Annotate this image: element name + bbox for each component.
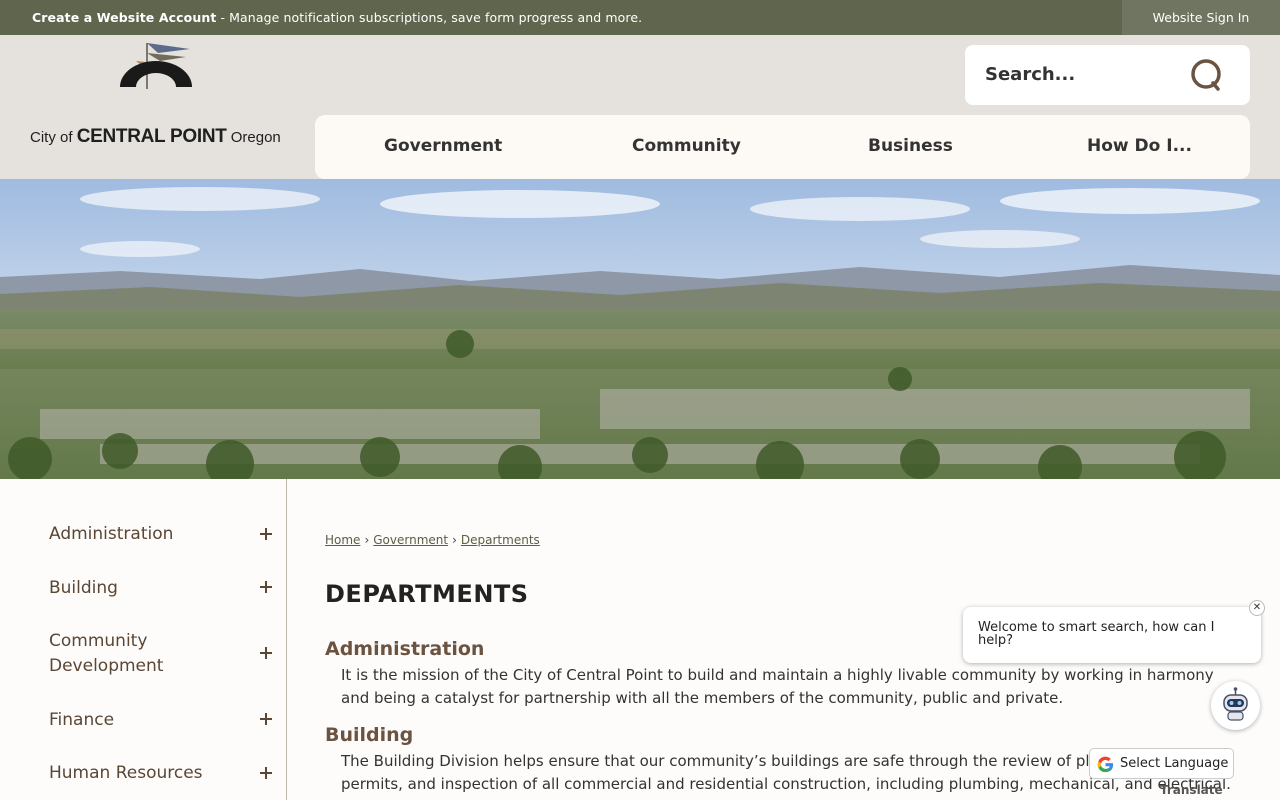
search-icon[interactable] <box>1189 58 1223 92</box>
expand-plus-icon[interactable] <box>258 526 274 542</box>
city-wordmark[interactable]: City of CENTRAL POINT Oregon <box>30 126 281 148</box>
google-g-icon <box>1097 756 1114 773</box>
website-sign-in-button[interactable]: Website Sign In <box>1122 0 1280 35</box>
chatbot-avatar-icon[interactable] <box>1211 681 1260 730</box>
section-heading-administration[interactable]: Administration <box>325 638 484 660</box>
breadcrumb: Home › Government › Departments <box>325 533 540 547</box>
site-header: City of CENTRAL POINT Oregon Search... G… <box>0 35 1280 179</box>
smart-search-chat-bubble[interactable]: Welcome to smart search, how can I help? <box>963 607 1261 663</box>
nav-how-do-i[interactable]: How Do I... <box>1087 136 1192 156</box>
powered-by-translate: Translate <box>1160 783 1223 797</box>
sidebar-item-human-resources[interactable]: Human Resources <box>49 761 203 786</box>
logo-prefix: City of <box>30 129 77 146</box>
page-title: DEPARTMENTS <box>325 580 529 608</box>
search-input[interactable]: Search... <box>985 64 1075 85</box>
logo-suffix: Oregon <box>226 129 281 146</box>
breadcrumb-separator: › <box>452 533 457 547</box>
search-box[interactable]: Search... <box>965 45 1250 105</box>
select-language-dropdown[interactable]: Select Language <box>1089 748 1234 779</box>
create-account-description: - Manage notification subscriptions, sav… <box>216 10 643 25</box>
nav-community[interactable]: Community <box>632 136 741 156</box>
expand-plus-icon[interactable] <box>258 765 274 781</box>
nav-government[interactable]: Government <box>384 136 502 156</box>
top-utility-bar: Create a Website Account - Manage notifi… <box>0 0 1280 35</box>
sidebar-item-community-development[interactable]: Community Development <box>49 629 219 679</box>
expand-plus-icon[interactable] <box>258 711 274 727</box>
select-language-label: Select Language <box>1120 756 1229 771</box>
logo-name: CENTRAL POINT <box>76 126 227 147</box>
breadcrumb-departments[interactable]: Departments <box>461 533 540 547</box>
create-account-link[interactable]: Create a Website Account - Manage notifi… <box>32 10 642 25</box>
breadcrumb-home[interactable]: Home <box>325 533 360 547</box>
sidebar-item-finance[interactable]: Finance <box>49 708 114 733</box>
sidebar-item-building[interactable]: Building <box>49 576 118 601</box>
breadcrumb-government[interactable]: Government <box>373 533 448 547</box>
expand-plus-icon[interactable] <box>258 579 274 595</box>
chat-welcome-message: Welcome to smart search, how can I help? <box>978 620 1215 648</box>
create-account-label[interactable]: Create a Website Account <box>32 10 216 25</box>
close-icon[interactable]: ✕ <box>1249 600 1265 616</box>
hero-landscape-image <box>0 179 1280 479</box>
breadcrumb-separator: › <box>364 533 370 547</box>
city-logo-icon[interactable] <box>28 41 290 121</box>
main-navigation: Government Community Business How Do I..… <box>315 115 1250 179</box>
section-heading-building[interactable]: Building <box>325 724 413 746</box>
section-text-administration: It is the mission of the City of Central… <box>341 666 1214 707</box>
expand-plus-icon[interactable] <box>258 645 274 661</box>
nav-business[interactable]: Business <box>868 136 953 156</box>
sidebar-item-administration[interactable]: Administration <box>49 522 173 547</box>
department-sidebar: Administration Building Community Develo… <box>0 479 287 800</box>
